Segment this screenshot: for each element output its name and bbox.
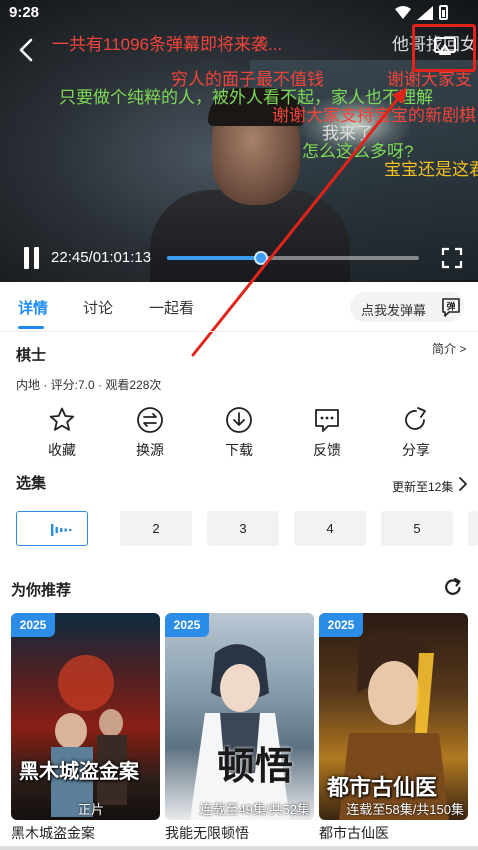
wifi-icon [395, 5, 411, 19]
feedback-icon [315, 409, 339, 432]
danmaku-comment: 我来了 [322, 124, 373, 143]
poster-title-text: 顿悟 [217, 743, 294, 788]
pause-button[interactable] [22, 247, 40, 269]
show-meta: 内地 · 评分:7.0 · 观看228次 [16, 378, 162, 392]
download-label: 下载 [225, 442, 253, 458]
star-icon [49, 407, 75, 431]
poster-art [51, 655, 127, 817]
status-time: 9:28 [9, 4, 40, 21]
recommend-card[interactable]: 2025 黑木城盗金案 正片 [11, 613, 160, 820]
battery-icon [439, 5, 448, 20]
danmaku-icon-glyph: 弹 [446, 301, 455, 313]
episode-2-button[interactable]: 2 [120, 511, 192, 546]
annotation-highlight-box [412, 24, 476, 72]
show-title: 棋士 [16, 347, 47, 364]
card-year-badge: 2025 [319, 613, 363, 637]
download-icon [226, 407, 252, 433]
danmaku-comment: 一共有11096条弹幕即将来袭... [52, 35, 283, 54]
fullscreen-icon[interactable] [441, 247, 463, 269]
feedback-button[interactable]: 反馈 [297, 406, 357, 466]
action-bar: 收藏 换源 下载 反馈 分享 [0, 406, 478, 466]
episodes-title: 选集 [16, 475, 47, 492]
seek-progress [167, 256, 261, 260]
card-title[interactable]: 我能无限顿悟 [165, 823, 249, 843]
download-button[interactable]: 下载 [209, 406, 269, 466]
poster-title-text: 都市古仙医 [327, 775, 438, 801]
danmaku-comment: 谢谢大家支持宝宝的新剧棋 [272, 106, 476, 125]
switch-source-label: 换源 [136, 442, 164, 458]
swap-icon [137, 407, 163, 433]
card-status-text: 正片 [77, 802, 104, 817]
recommend-card[interactable]: 2025 顿悟 连载至49集/共52集 [165, 613, 314, 820]
tab-watch-together[interactable]: 一起看 [149, 297, 194, 318]
danmaku-comment: 只要做个纯粹的人，被外人看不起，家人也不理解 [59, 88, 433, 107]
tab-active-indicator [18, 326, 44, 329]
episode-4-button[interactable]: 4 [294, 511, 366, 546]
playing-bars-icon [51, 524, 72, 536]
episode-6-button-partial[interactable] [468, 511, 478, 546]
pause-bar-icon [24, 247, 29, 269]
card-year-badge: 2025 [165, 613, 209, 637]
danmaku-icon: 弹 [442, 298, 460, 317]
feedback-label: 反馈 [313, 442, 341, 458]
seek-bar[interactable] [167, 251, 419, 265]
poster-title-text: 黑木城盗金案 [19, 759, 139, 783]
chevron-right-icon[interactable] [458, 476, 468, 492]
refresh-icon[interactable] [443, 577, 463, 597]
card-status-text: 连载至58集/共150集 [346, 802, 464, 817]
pause-bar-icon [34, 247, 39, 269]
card-title[interactable]: 都市古仙医 [319, 823, 389, 843]
send-danmaku-label: 点我发弹幕 [361, 303, 427, 318]
danmaku-comment: 宝宝还是这君 [384, 160, 478, 179]
send-danmaku-button[interactable]: 点我发弹幕 弹 [350, 292, 464, 322]
episode-5-button[interactable]: 5 [381, 511, 453, 546]
card-year-badge: 2025 [11, 613, 55, 637]
recommend-title: 为你推荐 [11, 582, 72, 599]
card-status-text: 连载至49集/共52集 [199, 802, 310, 817]
favorite-button[interactable]: 收藏 [32, 406, 92, 466]
signal-icon [417, 5, 433, 20]
danmaku-comment: 怎么这么多呀? [302, 142, 414, 161]
episode-1-button[interactable] [16, 511, 88, 546]
episodes-update-link[interactable]: 更新至12集 [392, 478, 453, 495]
favorite-label: 收藏 [48, 442, 76, 458]
video-player[interactable]: 9:28 一共有11096条弹幕即将来袭... 他哥找回女 穷人的面子最不值钱 … [0, 0, 478, 282]
danmaku-comment: 穷人的面子最不值钱 [171, 70, 324, 89]
episode-3-button[interactable]: 3 [207, 511, 279, 546]
recommend-card[interactable]: 2025 都市古仙医 连载至58集/共150集 [319, 613, 468, 820]
status-icons [395, 5, 448, 20]
status-bar: 9:28 [0, 0, 478, 26]
back-arrow-icon[interactable] [12, 36, 40, 64]
share-button[interactable]: 分享 [386, 406, 446, 466]
player-controls: 22:45/01:01:13 [0, 238, 478, 278]
card-title[interactable]: 黑木城盗金案 [11, 823, 95, 843]
danmaku-comment: 谢谢大家支 [387, 70, 472, 89]
bottom-divider [0, 846, 478, 850]
tab-discussion[interactable]: 讨论 [83, 297, 113, 318]
share-label: 分享 [402, 442, 430, 458]
tab-details[interactable]: 详情 [18, 297, 48, 318]
seek-thumb[interactable] [253, 251, 268, 265]
switch-source-button[interactable]: 换源 [120, 406, 180, 466]
intro-link[interactable]: 简介 > [432, 340, 466, 357]
share-icon [405, 407, 426, 430]
playback-time: 22:45/01:01:13 [51, 249, 152, 266]
